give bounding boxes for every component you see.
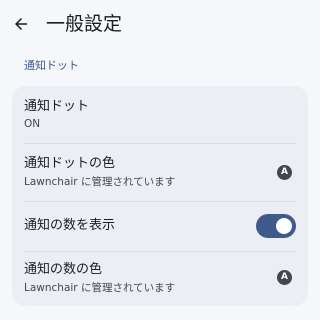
setting-subtitle: Lawnchair に管理されています [24, 176, 176, 188]
lawnchair-badge-icon: A [277, 165, 292, 180]
page-title: 一般設定 [46, 13, 123, 35]
show-count-toggle[interactable] [256, 214, 296, 238]
setting-title: 通知ドット [24, 99, 90, 114]
setting-show-notification-count[interactable]: 通知の数を表示 [12, 202, 308, 250]
back-button[interactable] [10, 13, 32, 35]
toggle-thumb [276, 218, 292, 234]
setting-notification-count-color[interactable]: 通知の数の色 Lawnchair に管理されています A [12, 252, 308, 306]
settings-card: 通知ドット ON 通知ドットの色 Lawnchair に管理されています A 通… [12, 86, 308, 306]
setting-title: 通知ドットの色 [24, 156, 116, 171]
setting-notification-dot[interactable]: 通知ドット ON [12, 86, 308, 142]
section-header: 通知ドット [24, 59, 79, 72]
setting-subtitle: ON [24, 118, 41, 130]
settings-screen: 一般設定 通知ドット 通知ドット ON 通知ドットの色 Lawnchair に管… [0, 0, 320, 320]
setting-title: 通知の数の色 [24, 262, 103, 277]
lawnchair-badge-icon: A [277, 270, 292, 285]
setting-notification-dot-color[interactable]: 通知ドットの色 Lawnchair に管理されています A [12, 144, 308, 200]
top-app-bar: 一般設定 [0, 0, 320, 50]
setting-title: 通知の数を表示 [24, 218, 116, 233]
setting-subtitle: Lawnchair に管理されています [24, 282, 176, 294]
arrow-left-icon [15, 18, 27, 30]
